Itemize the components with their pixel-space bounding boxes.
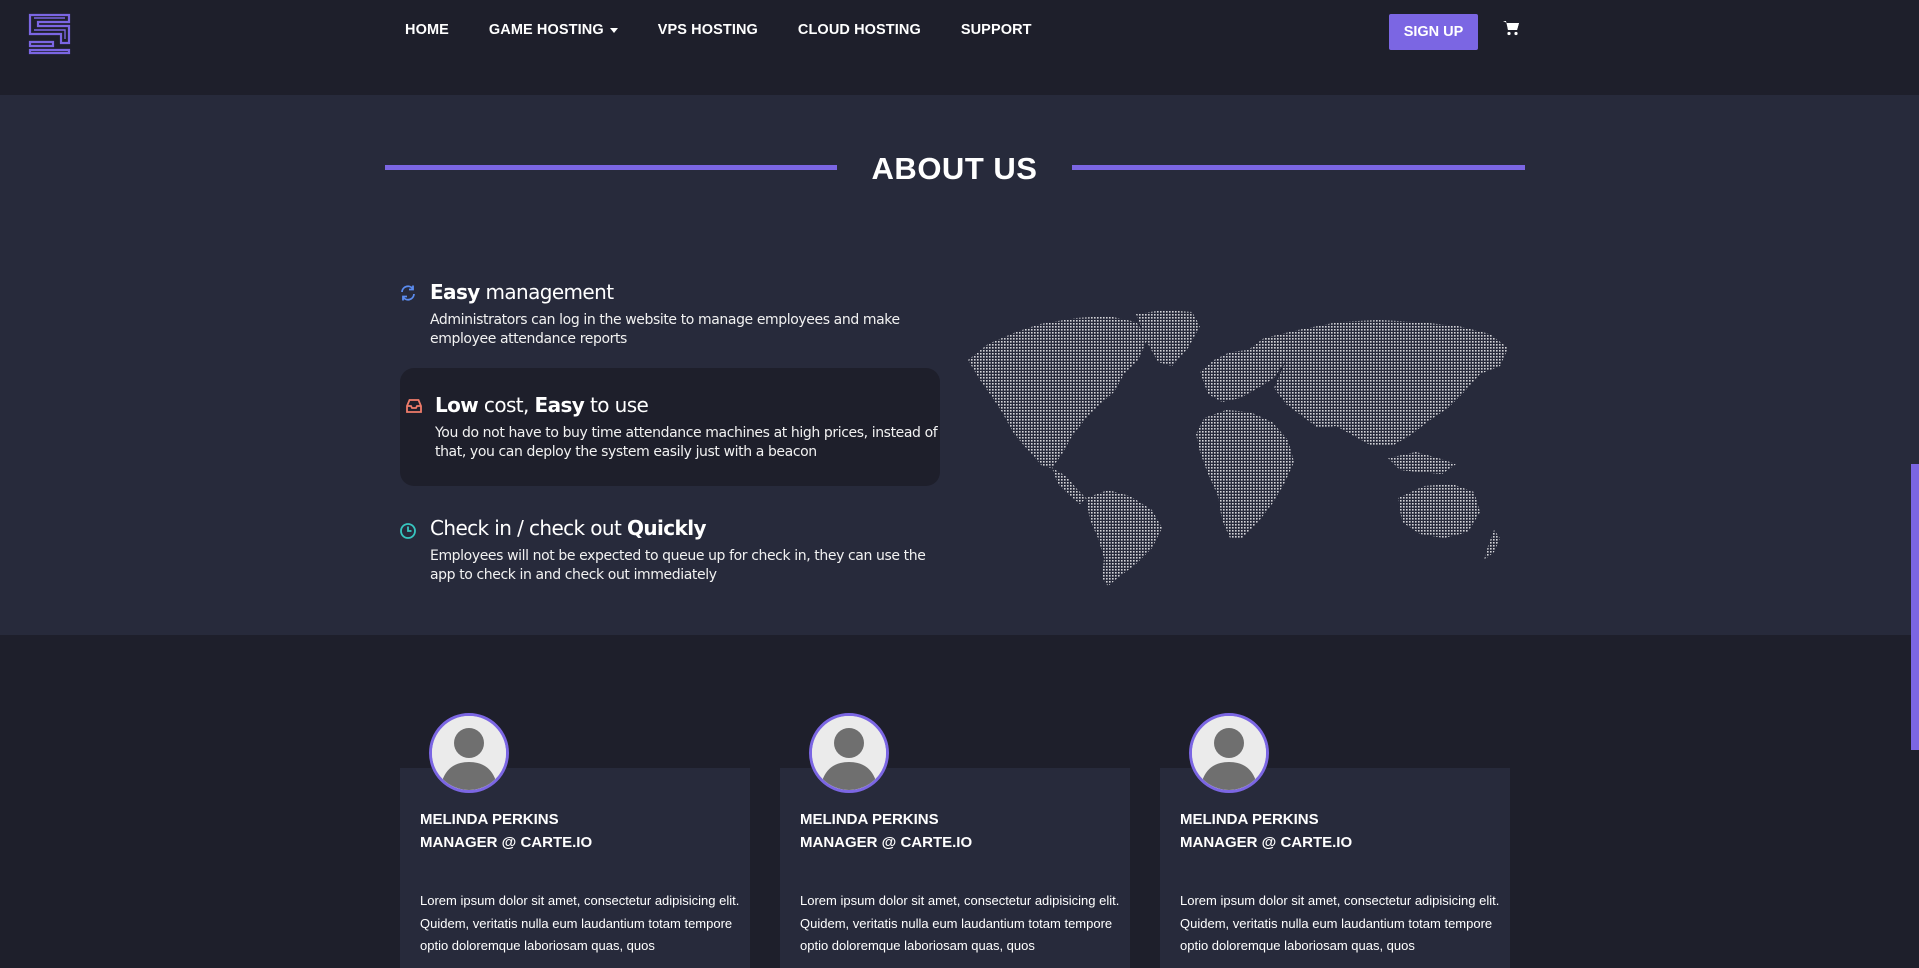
navbar: HOME GAME HOSTING VPS HOSTING CLOUD HOST… (0, 0, 1919, 95)
member-name: MELINDA PERKINS (420, 811, 559, 828)
nav-game-hosting-link[interactable]: GAME HOSTING (489, 22, 618, 38)
user-silhouette-icon (812, 716, 886, 790)
nav-support-link[interactable]: SUPPORT (961, 22, 1032, 38)
member-role: MANAGER @ CARTE.IO (1180, 834, 1353, 851)
feature-desc-easy-management: Administrators can log in the website to… (430, 312, 900, 347)
team-card: MELINDA PERKINS MANAGER @ CARTE.IO Lorem… (780, 768, 1130, 968)
nav-cloud-hosting-link[interactable]: CLOUD HOSTING (798, 22, 921, 38)
nav-support-label: SUPPORT (960, 22, 1032, 38)
inbox-icon (406, 399, 422, 413)
nav-links: HOME GAME HOSTING VPS HOSTING CLOUD HOST… (405, 22, 1072, 38)
title-part: Easy (534, 393, 585, 417)
title-part: Low (435, 393, 479, 417)
nav-home-label: HOME (405, 22, 449, 38)
title-part: to use (584, 393, 649, 417)
about-section: ABOUT US Easy management Administrators … (0, 95, 1919, 635)
title-part: Quickly (627, 516, 707, 540)
cart-icon[interactable] (1503, 20, 1520, 36)
nav-home-link[interactable]: HOME (405, 22, 449, 38)
feature-title-low-cost: Low cost, Easy to use (435, 393, 649, 417)
refresh-icon (401, 285, 415, 301)
member-bio: Lorem ipsum dolor sit amet, consectetur … (1180, 893, 1500, 953)
caret-down-icon (609, 27, 618, 33)
nav-game-hosting-label: GAME HOSTING (488, 22, 604, 38)
feature-title-check-in: Check in / check out Quickly (430, 516, 707, 540)
user-silhouette-icon (432, 716, 506, 790)
member-bio: Lorem ipsum dolor sit amet, consectetur … (800, 893, 1120, 953)
member-role: MANAGER @ CARTE.IO (800, 834, 973, 851)
feature-desc-low-cost: You do not have to buy time attendance m… (435, 425, 938, 460)
member-role: MANAGER @ CARTE.IO (420, 834, 593, 851)
title-part: Check in / check out (430, 516, 627, 540)
member-name: MELINDA PERKINS (800, 811, 939, 828)
world-map-image (968, 310, 1508, 586)
user-silhouette-icon (1192, 716, 1266, 790)
signup-button[interactable]: SIGN UP (1389, 14, 1478, 50)
title-part: Easy (430, 280, 480, 304)
avatar (809, 713, 889, 793)
avatar (429, 713, 509, 793)
clock-icon (400, 523, 416, 539)
title-part: management (479, 280, 614, 304)
feature-title-easy-management: Easy management (430, 280, 614, 304)
member-bio: Lorem ipsum dolor sit amet, consectetur … (420, 893, 740, 953)
about-title: ABOUT US (871, 151, 1038, 186)
nav-cloud-hosting-label: CLOUD HOSTING (797, 22, 921, 38)
title-part: cost, (478, 393, 535, 417)
team-card: MELINDA PERKINS MANAGER @ CARTE.IO Lorem… (1160, 768, 1510, 968)
avatar (1189, 713, 1269, 793)
team-card: MELINDA PERKINS MANAGER @ CARTE.IO Lorem… (400, 768, 750, 968)
nav-vps-hosting-label: VPS HOSTING (657, 22, 758, 38)
logo-icon[interactable] (28, 13, 71, 55)
feature-desc-check-in: Employees will not be expected to queue … (430, 548, 926, 583)
scrollbar-thumb[interactable] (1911, 464, 1919, 750)
member-name: MELINDA PERKINS (1180, 811, 1319, 828)
nav-vps-hosting-link[interactable]: VPS HOSTING (658, 22, 758, 38)
